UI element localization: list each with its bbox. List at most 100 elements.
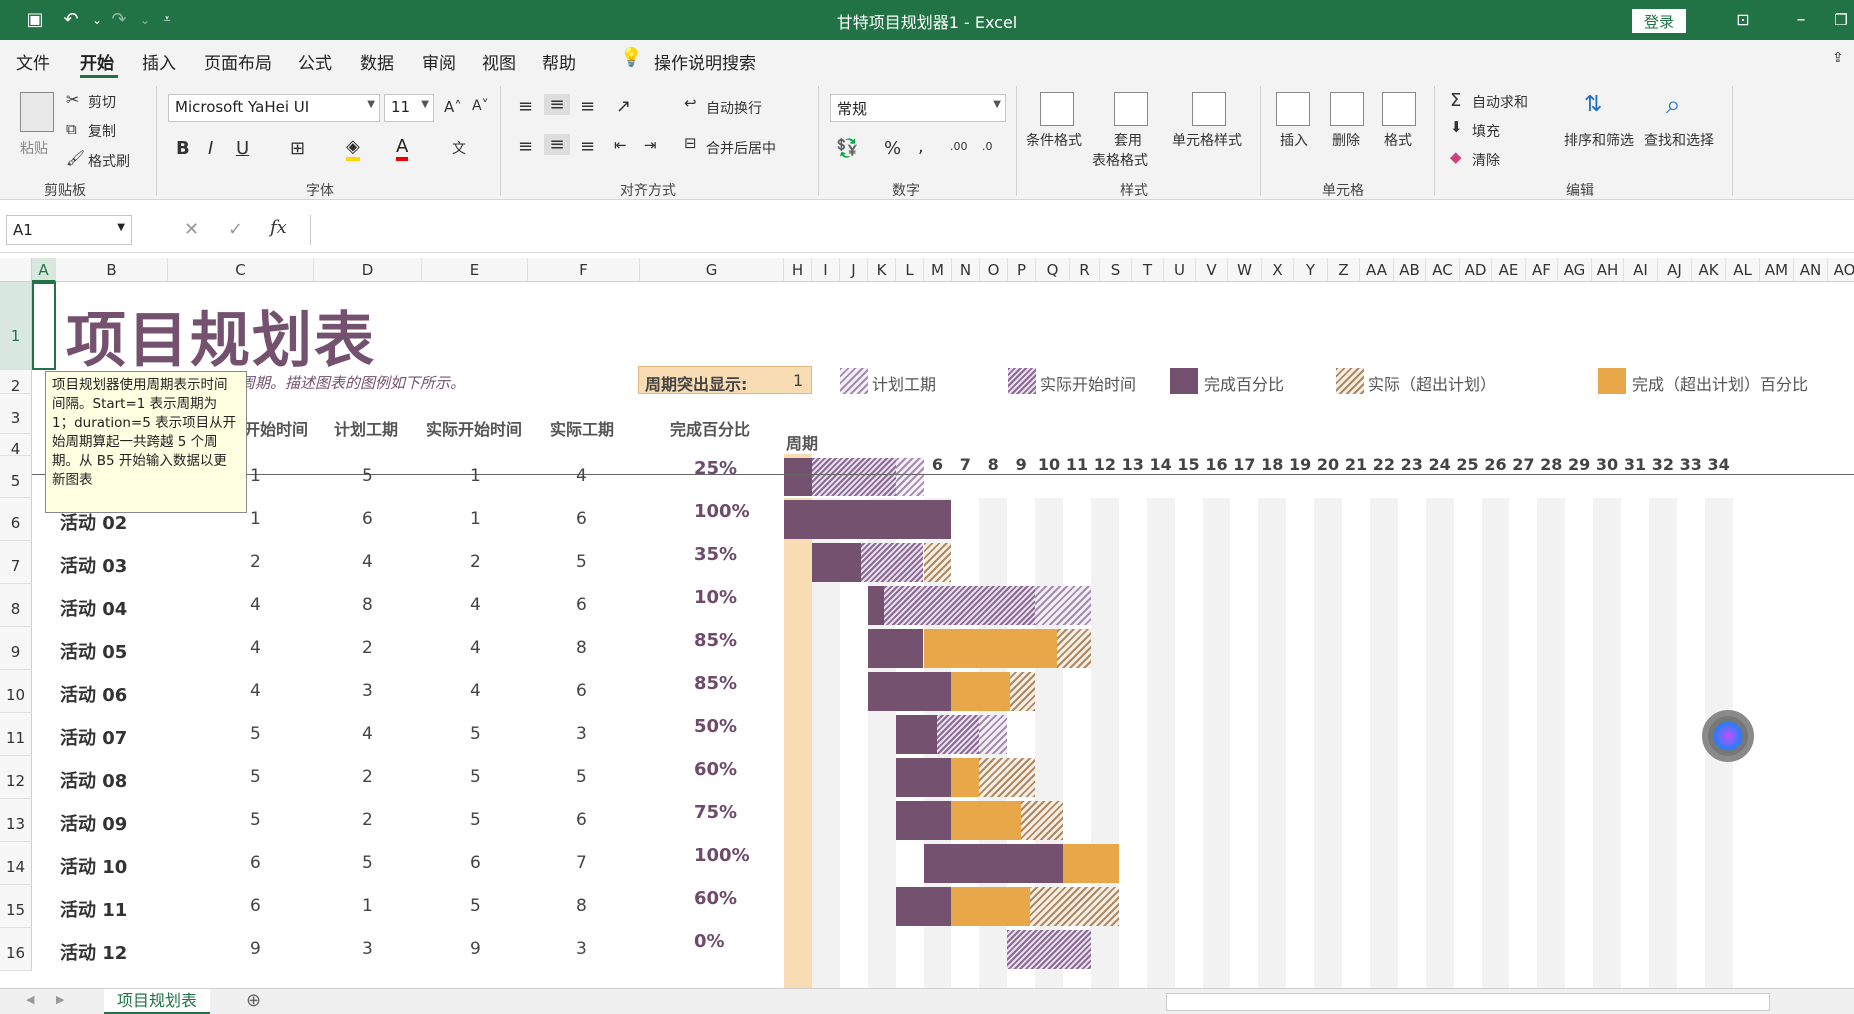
activity-name[interactable]: 活动 08 xyxy=(60,767,127,793)
row-header-15[interactable]: 15 xyxy=(0,885,32,928)
actual-start[interactable]: 4 xyxy=(470,681,481,701)
copilot-bubble-icon[interactable] xyxy=(1702,710,1754,762)
percent-complete[interactable]: 75% xyxy=(694,802,737,823)
column-header-s[interactable]: S xyxy=(1100,258,1132,282)
clear-button[interactable]: 清除 xyxy=(1472,150,1500,170)
add-sheet-icon[interactable]: ⊕ xyxy=(246,990,261,1011)
percent-complete[interactable]: 100% xyxy=(694,501,750,522)
activity-name[interactable]: 活动 09 xyxy=(60,810,127,836)
tab-home[interactable]: 开始 xyxy=(80,49,114,74)
conditional-format-button[interactable]: 条件格式 xyxy=(1026,130,1082,150)
column-header-k[interactable]: K xyxy=(868,258,896,282)
actual-duration[interactable]: 6 xyxy=(576,509,587,529)
column-header-o[interactable]: O xyxy=(980,258,1008,282)
plan-duration[interactable]: 1 xyxy=(362,896,373,916)
prev-sheet-icon[interactable]: ◀ xyxy=(26,993,34,1006)
row-header-11[interactable]: 11 xyxy=(0,713,32,756)
column-header-ae[interactable]: AE xyxy=(1492,258,1526,282)
actual-start[interactable]: 9 xyxy=(470,939,481,959)
wrap-text-button[interactable]: 自动换行 xyxy=(706,98,762,118)
format-as-table-button[interactable]: 套用 xyxy=(1114,130,1142,150)
activity-name[interactable]: 活动 07 xyxy=(60,724,127,750)
actual-start[interactable]: 4 xyxy=(470,638,481,658)
column-header-m[interactable]: M xyxy=(924,258,952,282)
worksheet-grid[interactable]: A B C D E F G H I J K L M N O P Q R S T U V W X Y Z AA AB AC AD AE AF AG… xyxy=(0,258,1854,988)
number-format-select[interactable]: 常规 ▼ xyxy=(830,94,1006,122)
decrease-indent-icon[interactable]: ⇤ xyxy=(614,136,627,154)
column-header-d[interactable]: D xyxy=(314,258,422,282)
insert-function-icon[interactable]: fx xyxy=(270,217,287,238)
activity-name[interactable]: 活动 12 xyxy=(60,939,127,965)
actual-start[interactable]: 5 xyxy=(470,810,481,830)
row-header-4[interactable]: 4 xyxy=(0,434,32,458)
column-header-ac[interactable]: AC xyxy=(1426,258,1460,282)
column-header-ak[interactable]: AK xyxy=(1692,258,1726,282)
row-header-14[interactable]: 14 xyxy=(0,842,32,885)
row-header-1[interactable]: 1 xyxy=(0,282,32,370)
cell-styles-button[interactable]: 单元格样式 xyxy=(1172,130,1242,150)
actual-duration[interactable]: 5 xyxy=(576,767,587,787)
start-period[interactable]: 9 xyxy=(250,939,261,959)
actual-start[interactable]: 5 xyxy=(470,724,481,744)
italic-icon[interactable]: I xyxy=(208,138,213,159)
activity-name[interactable]: 活动 03 xyxy=(60,552,127,578)
actual-start[interactable]: 1 xyxy=(470,466,481,486)
row-header-8[interactable]: 8 xyxy=(0,584,32,627)
column-header-al[interactable]: AL xyxy=(1726,258,1760,282)
plan-duration[interactable]: 4 xyxy=(362,552,373,572)
share-icon[interactable]: ⇪ xyxy=(1832,50,1844,66)
actual-duration[interactable]: 3 xyxy=(576,724,587,744)
borders-icon[interactable]: ⊞ xyxy=(290,138,305,159)
font-color-icon[interactable]: A xyxy=(396,136,409,161)
plan-duration[interactable]: 3 xyxy=(362,939,373,959)
copy-button[interactable]: 复制 xyxy=(88,121,116,141)
delete-cells-button[interactable]: 删除 xyxy=(1332,130,1360,150)
column-header-p[interactable]: P xyxy=(1008,258,1036,282)
increase-indent-icon[interactable]: ⇥ xyxy=(644,136,657,154)
paste-icon[interactable] xyxy=(20,92,54,132)
activity-name[interactable]: 活动 06 xyxy=(60,681,127,707)
name-box[interactable]: A1 ▼ xyxy=(6,215,132,245)
tab-review[interactable]: 审阅 xyxy=(422,49,456,74)
find-select-button[interactable]: 查找和选择 xyxy=(1644,130,1714,150)
row-header-7[interactable]: 7 xyxy=(0,541,32,584)
fill-color-icon[interactable]: ◈ xyxy=(346,136,360,161)
tab-insert[interactable]: 插入 xyxy=(142,49,176,74)
column-header-c[interactable]: C xyxy=(168,258,314,282)
column-header-t[interactable]: T xyxy=(1132,258,1164,282)
restore-icon[interactable]: ❐ xyxy=(1818,6,1854,34)
column-header-j[interactable]: J xyxy=(840,258,868,282)
percent-complete[interactable]: 50% xyxy=(694,716,737,737)
start-period[interactable]: 1 xyxy=(250,466,261,486)
percent-icon[interactable]: % xyxy=(884,138,901,159)
row-header-10[interactable]: 10 xyxy=(0,670,32,713)
horizontal-scrollbar[interactable] xyxy=(1166,993,1770,1011)
column-header-f[interactable]: F xyxy=(528,258,640,282)
actual-start[interactable]: 6 xyxy=(470,853,481,873)
column-header-aj[interactable]: AJ xyxy=(1658,258,1692,282)
percent-complete[interactable]: 10% xyxy=(694,587,737,608)
login-button[interactable]: 登录 xyxy=(1632,9,1686,33)
increase-decimal-icon[interactable]: .00 xyxy=(950,140,968,153)
column-header-an[interactable]: AN xyxy=(1794,258,1828,282)
format-painter-button[interactable]: 格式刷 xyxy=(88,151,130,171)
align-top-icon[interactable]: ≡ xyxy=(518,96,533,117)
activity-name[interactable]: 活动 10 xyxy=(60,853,127,879)
paste-label[interactable]: 粘贴 xyxy=(20,138,48,158)
row-header-9[interactable]: 9 xyxy=(0,627,32,670)
plan-duration[interactable]: 3 xyxy=(362,681,373,701)
tab-view[interactable]: 视图 xyxy=(482,49,516,74)
column-header-g[interactable]: G xyxy=(640,258,784,282)
row-header-2[interactable]: 2 xyxy=(0,370,32,395)
actual-duration[interactable]: 3 xyxy=(576,939,587,959)
start-period[interactable]: 5 xyxy=(250,810,261,830)
column-header-ab[interactable]: AB xyxy=(1394,258,1426,282)
column-header-ah[interactable]: AH xyxy=(1592,258,1624,282)
start-period[interactable]: 4 xyxy=(250,595,261,615)
plan-duration[interactable]: 6 xyxy=(362,509,373,529)
align-right-icon[interactable]: ≡ xyxy=(580,136,595,157)
start-period[interactable]: 1 xyxy=(250,509,261,529)
activity-name[interactable]: 活动 04 xyxy=(60,595,127,621)
tab-file[interactable]: 文件 xyxy=(16,49,50,74)
orientation-icon[interactable]: ↗ xyxy=(616,96,631,117)
